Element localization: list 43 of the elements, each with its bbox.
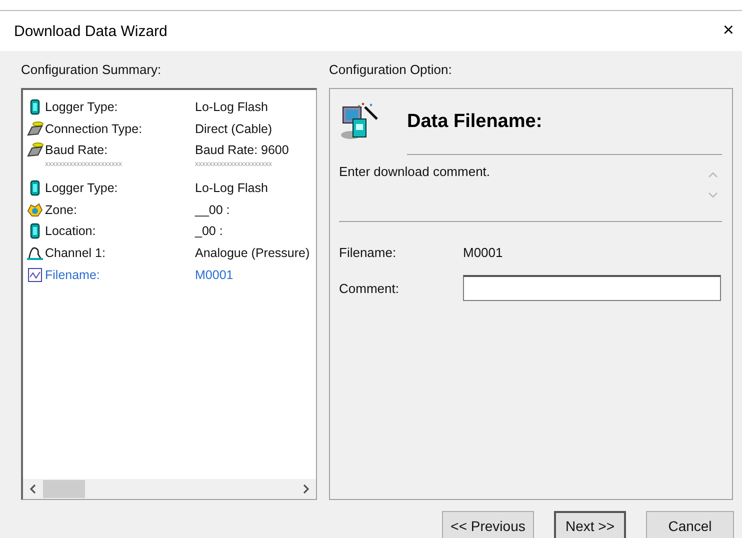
wizard-button[interactable]: << Previous xyxy=(442,511,534,538)
logger-icon xyxy=(28,180,42,196)
wizard-button[interactable]: Next >> xyxy=(554,511,626,538)
summary-label: Channel 1: xyxy=(45,246,106,260)
file-icon xyxy=(27,266,43,283)
summary-label: Logger Type: xyxy=(45,180,119,195)
summary-value: __00 : xyxy=(195,202,231,217)
window-title: Download Data Wizard xyxy=(14,22,168,40)
summary-label: Location: xyxy=(45,224,97,238)
panel-heading: Configuration Option: xyxy=(329,61,453,79)
comment-field[interactable] xyxy=(463,275,721,301)
summary-value: Lo-Log Flash xyxy=(195,180,269,195)
wizard-button[interactable]: Cancel xyxy=(646,511,734,538)
summary-value: Direct (Cable) xyxy=(195,122,274,136)
summary-value: Analogue (Pressure) xyxy=(195,246,311,260)
logger-icon xyxy=(28,98,42,115)
summary-value: Lo-Log Flash xyxy=(195,100,269,114)
summary-label: Zone: xyxy=(45,202,78,217)
zone-icon xyxy=(26,202,44,218)
summary-label: Baud Rate: xyxy=(45,143,109,158)
field-value: M0001 xyxy=(463,244,504,260)
panel-heading: Configuration Summary: xyxy=(21,61,162,79)
summary-label: Filename: xyxy=(45,268,101,282)
summary-label: Connection Type: xyxy=(45,122,144,136)
summary-value: _00 : xyxy=(195,224,224,238)
summary-value: M0001 xyxy=(195,268,234,282)
field-label: Comment: xyxy=(339,280,400,296)
logger-icon xyxy=(28,223,42,240)
sensor-icon xyxy=(26,244,44,261)
scroll-left-icon[interactable] xyxy=(29,484,37,494)
horizontal-scrollbar[interactable] xyxy=(23,479,316,499)
plug-icon xyxy=(26,142,44,158)
scroll-right-icon[interactable] xyxy=(302,484,310,494)
summary-value: Baud Rate: 9600 xyxy=(195,143,290,158)
scrollbar-thumb[interactable] xyxy=(43,480,85,498)
option-title: Data Filename: xyxy=(407,111,542,133)
summary-label: Logger Type: xyxy=(45,100,119,114)
scroll-up-icon[interactable] xyxy=(708,172,718,178)
close-button[interactable]: × xyxy=(722,20,734,42)
option-description: Enter download comment. xyxy=(339,164,490,181)
field-label: Filename: xyxy=(339,244,398,260)
plug-icon xyxy=(26,120,44,137)
scroll-down-icon[interactable] xyxy=(708,192,718,198)
